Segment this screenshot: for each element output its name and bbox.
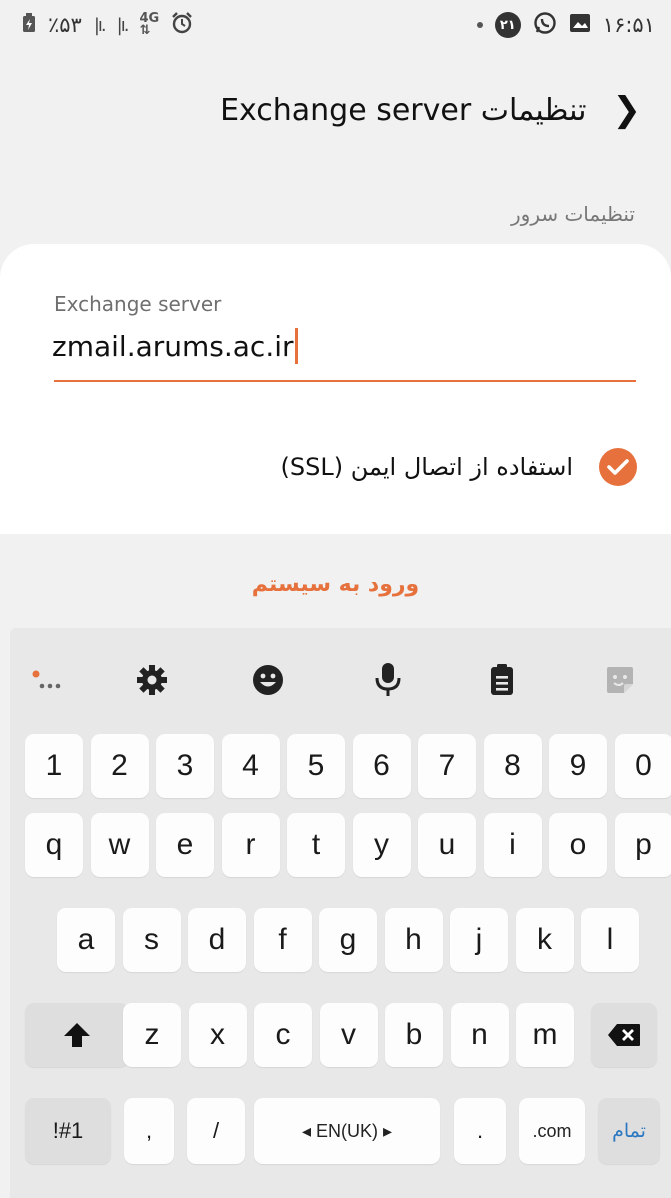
clipboard-icon[interactable] (478, 660, 526, 700)
key-7[interactable]: 7 (418, 734, 476, 798)
alarm-icon (171, 11, 193, 39)
battery-icon (22, 12, 36, 38)
status-bar: ٪۵۳ |ı. |ı. 4G ⇅ ۲۱ ۱۶:۵۱ (0, 0, 671, 50)
section-header: تنظیمات سرور (511, 202, 635, 226)
key-i[interactable]: i (483, 813, 542, 877)
sticker-icon[interactable] (596, 660, 644, 700)
microphone-icon[interactable] (364, 660, 412, 700)
key-a[interactable]: a (57, 908, 115, 972)
key-c[interactable]: c (254, 1003, 312, 1067)
settings-card (0, 244, 671, 534)
ssl-option-label: استفاده از اتصال ایمن (SSL) (280, 453, 574, 481)
key-u[interactable]: u (418, 813, 476, 877)
key-q[interactable]: q (25, 813, 83, 877)
key-t[interactable]: t (287, 813, 345, 877)
dotcom-key[interactable]: .com (519, 1098, 585, 1164)
shift-icon (64, 1023, 90, 1047)
network-type: 4G ⇅ (139, 11, 160, 38)
ssl-option[interactable]: استفاده از اتصال ایمن (SSL) (280, 445, 637, 489)
comma-key[interactable]: , (124, 1098, 174, 1164)
back-icon[interactable]: ❯ (613, 90, 642, 130)
key-n[interactable]: n (450, 1003, 509, 1067)
shift-key[interactable] (25, 1003, 129, 1067)
gear-icon[interactable] (128, 660, 176, 700)
key-d[interactable]: d (188, 908, 246, 972)
gallery-icon (569, 13, 591, 38)
key-2[interactable]: 2 (90, 734, 149, 798)
text-cursor (294, 328, 298, 364)
key-o[interactable]: o (549, 813, 607, 877)
status-left: ٪۵۳ |ı. |ı. 4G ⇅ (22, 11, 193, 39)
login-button[interactable]: ورود به سیستم (252, 572, 419, 597)
key-8[interactable]: 8 (483, 734, 542, 798)
notification-badge: ۲۱ (494, 12, 521, 38)
input-underline (54, 380, 636, 382)
whatsapp-icon (533, 11, 557, 40)
key-g[interactable]: g (319, 908, 377, 972)
server-field-label: Exchange server (54, 292, 222, 316)
key-4[interactable]: 4 (221, 734, 280, 798)
title-bar: تنظیمات Exchange server ❯ (0, 80, 671, 140)
battery-level: ٪۵۳ (48, 13, 82, 37)
slash-key[interactable]: / (187, 1098, 245, 1164)
signal-icon: |ı. (93, 14, 107, 36)
key-5[interactable]: 5 (287, 734, 345, 798)
key-s[interactable]: s (122, 908, 181, 972)
key-l[interactable]: l (581, 908, 639, 972)
server-input[interactable]: zmail.arums.ac.ir (52, 328, 298, 364)
clock-time: ۱۶:۵۱ (602, 13, 655, 37)
key-y[interactable]: y (352, 813, 411, 877)
space-language-key[interactable]: ◂ EN(UK) ▸ (254, 1098, 440, 1164)
status-right: ۲۱ ۱۶:۵۱ (476, 11, 655, 40)
check-icon[interactable] (599, 448, 637, 486)
signal-icon: |ı. (116, 14, 130, 36)
keyboard-toolbar (10, 628, 671, 728)
key-3[interactable]: 3 (156, 734, 214, 798)
key-e[interactable]: e (156, 813, 214, 877)
key-1[interactable]: 1 (25, 734, 83, 798)
key-z[interactable]: z (123, 1003, 181, 1067)
key-w[interactable]: w (90, 813, 149, 877)
emoji-icon[interactable] (244, 660, 292, 700)
login-area: ورود به سیستم (0, 540, 671, 628)
key-j[interactable]: j (450, 908, 508, 972)
key-f[interactable]: f (253, 908, 312, 972)
key-b[interactable]: b (385, 1003, 443, 1067)
key-6[interactable]: 6 (352, 734, 411, 798)
backspace-key[interactable] (591, 1003, 657, 1067)
page-title: تنظیمات Exchange server (220, 92, 587, 128)
keyboard: 1 2 3 4 5 6 7 8 9 0 q w e r t y u i o p a s d f g h j k l z x c v b n m !#1,… (10, 628, 671, 1198)
key-0[interactable]: 0 (614, 734, 671, 798)
key-p[interactable]: p (614, 813, 671, 877)
key-9[interactable]: 9 (549, 734, 607, 798)
period-key[interactable]: . (454, 1098, 506, 1164)
server-input-value: zmail.arums.ac.ir (52, 329, 294, 363)
backspace-icon (608, 1024, 640, 1046)
symbols-key[interactable]: !#1 (25, 1098, 111, 1164)
done-key[interactable]: تمام (598, 1098, 660, 1164)
key-m[interactable]: m (516, 1003, 574, 1067)
key-k[interactable]: k (515, 908, 574, 972)
key-v[interactable]: v (319, 1003, 378, 1067)
more-icon[interactable] (26, 660, 74, 700)
key-r[interactable]: r (221, 813, 280, 877)
key-x[interactable]: x (188, 1003, 247, 1067)
key-h[interactable]: h (384, 908, 443, 972)
dot-icon (476, 22, 483, 28)
